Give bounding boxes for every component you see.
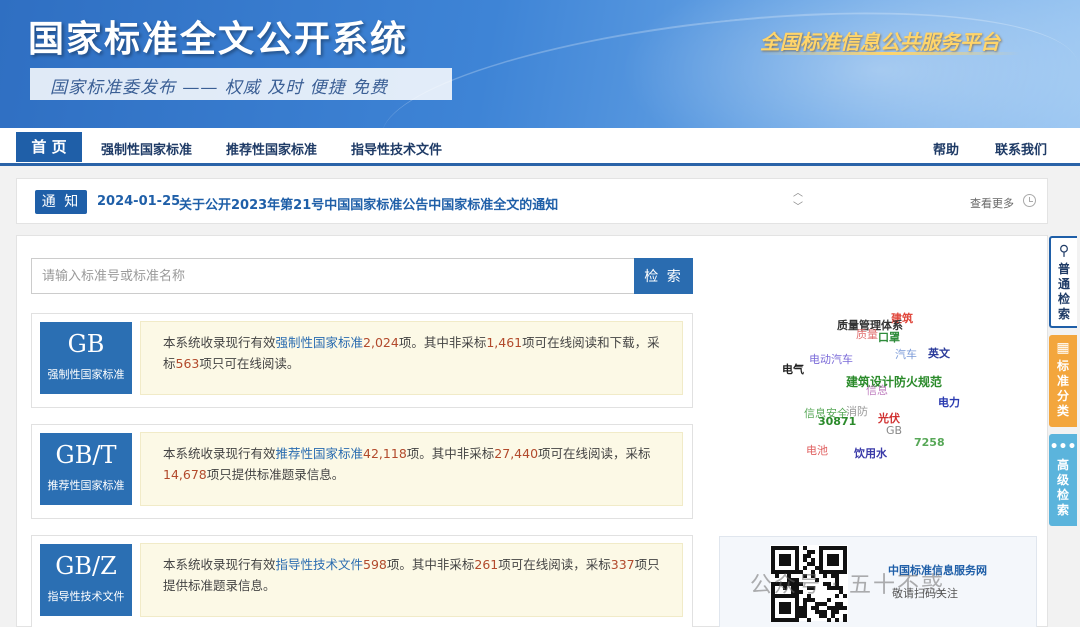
badge-sub: 指导性技术文件 xyxy=(47,590,125,603)
badge-code: GB/Z xyxy=(55,552,117,580)
main-nav: 首 页 强制性国家标准 推荐性国家标准 指导性技术文件 帮助 联系我们 xyxy=(0,128,1080,166)
qr-module xyxy=(811,550,815,554)
desc-text: 项只提供标准题录信息。 xyxy=(206,467,345,482)
watermark: 公众号 · 五十不惑 xyxy=(750,573,945,598)
side-advanced-search[interactable]: ••• 高级检索 xyxy=(1049,434,1077,526)
keyword-tag[interactable]: 口罩 xyxy=(878,329,900,345)
chevron-up-icon[interactable]: ︿ xyxy=(793,187,803,201)
side-label: 普通检索 xyxy=(1057,262,1070,321)
side-standard-category[interactable]: ▦ 标准分类 xyxy=(1049,335,1077,427)
qr-module xyxy=(787,562,791,566)
grid-icon: ▦ xyxy=(1056,340,1070,356)
qr-module xyxy=(835,610,839,614)
desc-text: 项。其中非采标 xyxy=(398,335,487,350)
standard-card-gbt: GB/T 推荐性国家标准 本系统收录现行有效推荐性国家标准42,118项。其中非… xyxy=(31,424,693,519)
keyword-tag[interactable]: 电气 xyxy=(782,361,804,377)
qr-module xyxy=(807,618,811,622)
site-title: 国家标准全文公开系统 xyxy=(28,18,409,60)
notice-date: 2024-01-25 xyxy=(97,194,181,209)
desc-text: 本系统收录现行有效 xyxy=(163,335,276,350)
qr-module xyxy=(787,610,791,614)
search-input[interactable] xyxy=(31,258,635,294)
nav-help[interactable]: 帮助 xyxy=(933,139,959,158)
search-icon: ⚲ xyxy=(1058,243,1070,259)
qr-module xyxy=(843,606,847,610)
nav-contact[interactable]: 联系我们 xyxy=(995,139,1047,158)
badge-code: GB xyxy=(67,330,105,358)
header-banner: 国家标准全文公开系统 国家标准委发布 —— 权威 及时 便捷 免费 全国标准信息… xyxy=(0,0,1080,128)
badge-code: GB/T xyxy=(55,441,117,469)
platform-underline xyxy=(760,52,1020,55)
side-label: 标准分类 xyxy=(1056,359,1069,418)
desc-text: 本系统收录现行有效 xyxy=(163,446,276,461)
card-description: 本系统收录现行有效强制性国家标准2,024项。其中非采标1,461项可在线阅读和… xyxy=(140,321,683,395)
desc-link[interactable]: 指导性技术文件 xyxy=(276,557,364,572)
qr-module xyxy=(835,562,839,566)
card-description: 本系统收录现行有效推荐性国家标准42,118项。其中非采标27,440项可在线阅… xyxy=(140,432,683,506)
nav-guidance[interactable]: 指导性技术文件 xyxy=(351,139,442,158)
keyword-tag[interactable]: 质量 xyxy=(856,326,878,342)
desc-nonadopt: 261 xyxy=(474,557,499,572)
desc-total: 2,024 xyxy=(363,335,399,350)
desc-text: 项可在线阅读，采标 xyxy=(498,557,611,572)
notice-scroll-arrows[interactable]: ︿ ﹀ xyxy=(793,187,803,215)
desc-nonadopt: 1,461 xyxy=(486,335,523,350)
keyword-tag[interactable]: 30871 xyxy=(818,415,856,428)
qr-module xyxy=(795,618,799,622)
badge-gb[interactable]: GB 强制性国家标准 xyxy=(40,322,132,394)
nav-recommended[interactable]: 推荐性国家标准 xyxy=(226,139,317,158)
desc-adopt: 563 xyxy=(175,356,200,371)
keyword-tag[interactable]: 信息 xyxy=(866,382,888,398)
notice-link[interactable]: 关于公开2023年第21号中国国家标准公告中国家标准全文的通知 xyxy=(179,194,558,213)
badge-gbz[interactable]: GB/Z 指导性技术文件 xyxy=(40,544,132,616)
keyword-tag[interactable]: 7258 xyxy=(914,436,945,449)
desc-text: 项只可在线阅读。 xyxy=(199,356,300,371)
platform-logo: 全国标准信息公共服务平台 xyxy=(760,30,1000,54)
qr-module xyxy=(835,618,839,622)
notice-bar: 通 知 2024-01-25 关于公开2023年第21号中国国家标准公告中国家标… xyxy=(16,178,1048,224)
desc-adopt: 14,678 xyxy=(163,467,207,482)
desc-link[interactable]: 推荐性国家标准 xyxy=(276,446,364,461)
more-dots-icon: ••• xyxy=(1049,439,1077,455)
chevron-down-icon[interactable]: ﹀ xyxy=(793,201,803,215)
standard-card-gb: GB 强制性国家标准 本系统收录现行有效强制性国家标准2,024项。其中非采标1… xyxy=(31,313,693,408)
keyword-tag[interactable]: GB xyxy=(886,424,902,437)
side-label: 高级检索 xyxy=(1056,458,1069,517)
badge-gbt[interactable]: GB/T 推荐性国家标准 xyxy=(40,433,132,505)
desc-text: 项可在线阅读，采标 xyxy=(538,446,651,461)
side-basic-search[interactable]: ⚲ 普通检索 xyxy=(1049,236,1077,328)
desc-adopt: 337 xyxy=(610,557,635,572)
keyword-tag[interactable]: 电力 xyxy=(938,394,960,410)
desc-link[interactable]: 强制性国家标准 xyxy=(276,335,364,350)
keyword-tag[interactable]: 饮用水 xyxy=(854,445,887,461)
qr-module xyxy=(827,618,831,622)
desc-text: 项。其中非采标 xyxy=(386,557,475,572)
badge-sub: 推荐性国家标准 xyxy=(47,479,125,492)
desc-total: 598 xyxy=(363,557,387,572)
search-button[interactable]: 检 索 xyxy=(634,258,693,294)
nav-home[interactable]: 首 页 xyxy=(16,132,82,162)
clock-icon xyxy=(1023,194,1036,207)
keyword-tag[interactable]: 电池 xyxy=(806,442,828,458)
keyword-tag[interactable]: 汽车 xyxy=(895,346,917,362)
card-description: 本系统收录现行有效指导性技术文件598项。其中非采标261项可在线阅读，采标33… xyxy=(140,543,683,617)
badge-sub: 强制性国家标准 xyxy=(47,368,125,381)
desc-nonadopt: 27,440 xyxy=(494,446,539,461)
standard-card-gbz: GB/Z 指导性技术文件 本系统收录现行有效指导性技术文件598项。其中非采标2… xyxy=(31,535,693,627)
qr-promo: 中国标准信息服务网 敬请扫码关注 公众号 · 五十不惑 xyxy=(719,536,1037,627)
keyword-tag[interactable]: 英文 xyxy=(928,345,950,361)
keyword-tag[interactable]: 电动汽车 xyxy=(809,351,853,367)
keyword-tag-cloud: 建筑 质量管理体系 质量 口罩 电动汽车 汽车 英文 电气 建筑设计防火规范 信息 信息安全 消防 光伏… xyxy=(760,305,980,475)
notice-tag: 通 知 xyxy=(35,190,87,214)
nav-mandatory[interactable]: 强制性国家标准 xyxy=(101,139,192,158)
keyword-tag[interactable]: 建筑设计防火规范 xyxy=(846,373,942,390)
desc-total: 42,118 xyxy=(363,446,407,461)
desc-text: 本系统收录现行有效 xyxy=(163,557,276,572)
qr-module xyxy=(843,618,847,622)
notice-more-link[interactable]: 查看更多 xyxy=(970,195,1014,211)
slogan: 国家标准委发布 —— 权威 及时 便捷 免费 xyxy=(50,78,389,98)
desc-text: 项。其中非采标 xyxy=(406,446,495,461)
